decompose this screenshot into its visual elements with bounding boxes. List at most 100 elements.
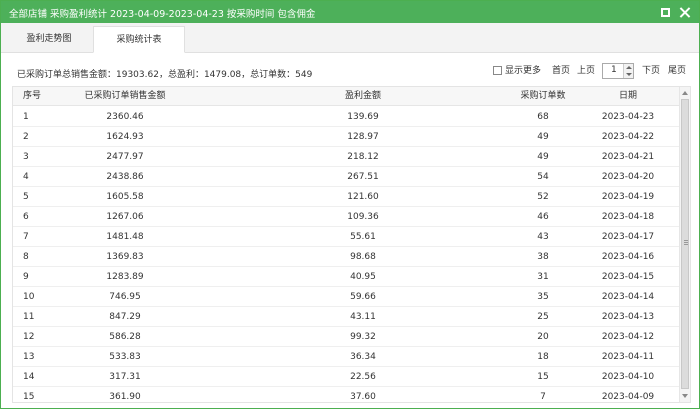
- cell-date: 2023-04-15: [601, 272, 655, 282]
- table-row[interactable]: 10 746.95 59.66 35 2023-04-14: [13, 287, 680, 307]
- summary-text: 已采购订单总销售金额：19303.62，总盈利：1479.08，总订单数：549: [17, 70, 313, 80]
- page-number-input[interactable]: 1: [602, 63, 634, 79]
- tab-purchase-stats[interactable]: 采购统计表: [93, 26, 185, 53]
- table-row[interactable]: 6 1267.06 109.36 46 2023-04-18: [13, 207, 680, 227]
- cell-orders: 49: [537, 152, 549, 162]
- cell-idx: 6: [23, 212, 29, 222]
- cell-idx: 9: [23, 272, 29, 282]
- cell-profit: 22.56: [350, 372, 376, 382]
- cell-idx: 4: [23, 172, 29, 182]
- prev-page-link[interactable]: 上页: [577, 63, 595, 79]
- cell-date: 2023-04-22: [601, 132, 655, 142]
- cell-orders: 43: [537, 232, 549, 242]
- cell-sale: 1369.83: [106, 252, 144, 262]
- cell-idx: 10: [23, 292, 35, 302]
- table-row[interactable]: 12 586.28 99.32 20 2023-04-12: [13, 327, 680, 347]
- cell-orders: 46: [537, 212, 549, 222]
- page-spinner[interactable]: [623, 64, 633, 78]
- last-page-link[interactable]: 尾页: [668, 63, 686, 79]
- cell-idx: 14: [23, 372, 35, 382]
- maximize-icon[interactable]: [660, 7, 671, 18]
- scroll-up-icon[interactable]: [682, 91, 688, 95]
- cell-orders: 7: [540, 392, 546, 402]
- table-row[interactable]: 7 1481.48 55.61 43 2023-04-17: [13, 227, 680, 247]
- cell-orders: 35: [537, 292, 549, 302]
- cell-profit: 43.11: [350, 312, 376, 322]
- cell-sale: 2477.97: [106, 152, 144, 162]
- scroll-down-icon[interactable]: [682, 394, 688, 398]
- show-more-checkbox[interactable]: [493, 66, 502, 75]
- next-page-link[interactable]: 下页: [642, 63, 660, 79]
- table-row[interactable]: 14 317.31 22.56 15 2023-04-10: [13, 367, 680, 387]
- header-idx[interactable]: 序号: [23, 87, 41, 106]
- cell-date: 2023-04-16: [601, 252, 655, 262]
- header-profit[interactable]: 盈利金额: [313, 87, 413, 106]
- scroll-thumb[interactable]: [681, 99, 689, 389]
- cell-sale: 533.83: [109, 352, 141, 362]
- cell-idx: 7: [23, 232, 29, 242]
- cell-sale: 317.31: [109, 372, 141, 382]
- cell-profit: 40.95: [350, 272, 376, 282]
- header-sale[interactable]: 已采购订单销售金额: [75, 87, 175, 106]
- cell-profit: 139.69: [347, 112, 379, 122]
- cell-profit: 37.60: [350, 392, 376, 402]
- close-icon[interactable]: [680, 7, 691, 18]
- cell-idx: 15: [23, 392, 35, 402]
- cell-sale: 1624.93: [106, 132, 144, 142]
- cell-orders: 54: [537, 172, 549, 182]
- page-number-value: 1: [611, 65, 617, 75]
- spin-up-icon[interactable]: [626, 66, 632, 69]
- show-more-label[interactable]: 显示更多: [505, 63, 541, 79]
- tab-profit-trend[interactable]: 盈利走势图: [7, 26, 91, 53]
- cell-profit: 36.34: [350, 352, 376, 362]
- cell-orders: 15: [537, 372, 549, 382]
- cell-date: 2023-04-11: [601, 352, 655, 362]
- cell-date: 2023-04-12: [601, 332, 655, 342]
- cell-profit: 55.61: [350, 232, 376, 242]
- cell-date: 2023-04-17: [601, 232, 655, 242]
- cell-orders: 68: [537, 112, 549, 122]
- grip-icon: [684, 240, 688, 241]
- cell-date: 2023-04-14: [601, 292, 655, 302]
- cell-orders: 25: [537, 312, 549, 322]
- table-row[interactable]: 4 2438.86 267.51 54 2023-04-20: [13, 167, 680, 187]
- cell-profit: 109.36: [347, 212, 379, 222]
- cell-orders: 31: [537, 272, 549, 282]
- window-title: 全部店铺 采购盈利统计 2023-04-09-2023-04-23 按采购时间 …: [9, 9, 316, 20]
- cell-sale: 1605.58: [106, 192, 144, 202]
- cell-sale: 1283.89: [106, 272, 144, 282]
- stats-window: 全部店铺 采购盈利统计 2023-04-09-2023-04-23 按采购时间 …: [0, 0, 700, 409]
- cell-profit: 267.51: [347, 172, 379, 182]
- table-row[interactable]: 8 1369.83 98.68 38 2023-04-16: [13, 247, 680, 267]
- cell-orders: 20: [537, 332, 549, 342]
- cell-orders: 18: [537, 352, 549, 362]
- table-row[interactable]: 15 361.90 37.60 7 2023-04-09: [13, 387, 680, 402]
- cell-orders: 49: [537, 132, 549, 142]
- cell-date: 2023-04-09: [601, 392, 655, 402]
- table-row[interactable]: 9 1283.89 40.95 31 2023-04-15: [13, 267, 680, 287]
- cell-sale: 2360.46: [106, 112, 144, 122]
- table-row[interactable]: 11 847.29 43.11 25 2023-04-13: [13, 307, 680, 327]
- cell-profit: 99.32: [350, 332, 376, 342]
- cell-sale: 2438.86: [106, 172, 144, 182]
- table-row[interactable]: 13 533.83 36.34 18 2023-04-11: [13, 347, 680, 367]
- cell-sale: 1267.06: [106, 212, 144, 222]
- cell-date: 2023-04-23: [601, 112, 655, 122]
- cell-idx: 2: [23, 132, 29, 142]
- table-row[interactable]: 3 2477.97 218.12 49 2023-04-21: [13, 147, 680, 167]
- header-orders[interactable]: 采购订单数: [503, 87, 583, 106]
- vertical-scrollbar[interactable]: [679, 87, 690, 402]
- header-date[interactable]: 日期: [583, 87, 673, 106]
- cell-orders: 38: [537, 252, 549, 262]
- table-row[interactable]: 5 1605.58 121.60 52 2023-04-19: [13, 187, 680, 207]
- first-page-link[interactable]: 首页: [552, 63, 570, 79]
- cell-profit: 128.97: [347, 132, 379, 142]
- cell-sale: 586.28: [109, 332, 141, 342]
- cell-idx: 1: [23, 112, 29, 122]
- table-row[interactable]: 1 2360.46 139.69 68 2023-04-23: [13, 107, 680, 127]
- spin-down-icon[interactable]: [626, 73, 632, 76]
- cell-date: 2023-04-18: [601, 212, 655, 222]
- table-row[interactable]: 2 1624.93 128.97 49 2023-04-22: [13, 127, 680, 147]
- cell-profit: 98.68: [350, 252, 376, 262]
- cell-date: 2023-04-19: [601, 192, 655, 202]
